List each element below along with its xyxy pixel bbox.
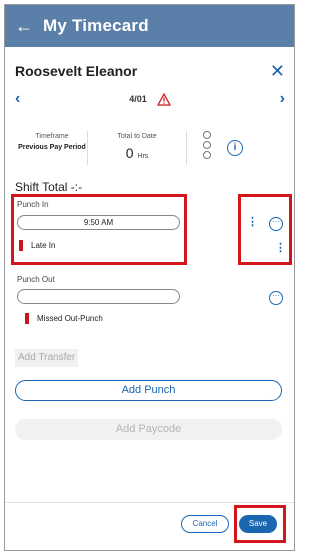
actions-highlight	[238, 194, 292, 265]
total-hours-value: 0	[125, 145, 134, 161]
date-navigator: ‹ 4/01 ›	[15, 89, 285, 109]
cancel-button[interactable]: Cancel	[181, 515, 229, 533]
exception-flag-icon	[19, 240, 23, 251]
back-arrow-icon[interactable]: ←	[5, 16, 43, 37]
page-dot[interactable]	[203, 141, 211, 149]
more-options-icon[interactable]: ···	[269, 217, 283, 231]
missed-out-punch-label: Missed Out-Punch	[37, 314, 103, 323]
page-dot[interactable]	[203, 151, 211, 159]
exception-flag-icon	[25, 313, 29, 324]
employee-row: Roosevelt Eleanor ✕	[15, 61, 285, 81]
app-header: ← My Timecard	[5, 5, 294, 47]
page-dots[interactable]	[187, 131, 227, 159]
add-punch-button[interactable]: Add Punch	[15, 380, 282, 401]
warning-triangle-icon[interactable]	[156, 92, 171, 106]
missed-out-punch-flag: Missed Out-Punch	[25, 313, 103, 324]
punch-out-input[interactable]	[17, 289, 180, 304]
late-in-flag: Late In	[19, 240, 55, 251]
late-in-label: Late In	[31, 241, 56, 250]
close-icon[interactable]: ✕	[270, 62, 285, 80]
page-title: My Timecard	[43, 16, 149, 35]
total-to-date-label: Total to Date	[117, 133, 157, 140]
timeframe-label: Timeframe	[35, 133, 69, 140]
timeframe-value: Previous Pay Period	[18, 144, 86, 151]
punch-out-label: Punch Out	[17, 275, 55, 284]
info-icon[interactable]: i	[227, 140, 243, 156]
timecard-screen: ← My Timecard Roosevelt Eleanor ✕ ‹ 4/01…	[4, 4, 295, 551]
punch-in-label: Punch In	[17, 200, 49, 209]
date-display: 4/01	[129, 92, 171, 106]
save-button[interactable]: Save	[239, 515, 277, 533]
kebab-menu-icon[interactable]: ⋮	[275, 243, 286, 254]
chevron-left-icon[interactable]: ‹	[15, 90, 20, 108]
kebab-menu-icon[interactable]: ⋮	[247, 217, 258, 228]
timeframe-block[interactable]: Timeframe Previous Pay Period	[17, 131, 87, 152]
total-to-date-block: Total to Date 0 Hrs	[87, 131, 187, 165]
total-hours-unit: Hrs	[137, 153, 149, 160]
footer-divider	[5, 502, 294, 503]
add-transfer-button[interactable]: Add Transfer	[15, 349, 79, 367]
page-dot[interactable]	[203, 131, 211, 139]
shift-total: Shift Total -:-	[15, 180, 83, 194]
current-date: 4/01	[129, 94, 147, 104]
employee-name: Roosevelt Eleanor	[15, 63, 138, 79]
more-options-icon[interactable]: ···	[269, 291, 283, 305]
punch-in-input[interactable]: 9:50 AM	[17, 215, 180, 230]
total-hours: 0 Hrs	[88, 145, 186, 161]
chevron-right-icon[interactable]: ›	[280, 90, 285, 108]
add-paycode-button[interactable]: Add Paycode	[15, 419, 282, 440]
pay-period-summary: Timeframe Previous Pay Period Total to D…	[17, 131, 287, 173]
